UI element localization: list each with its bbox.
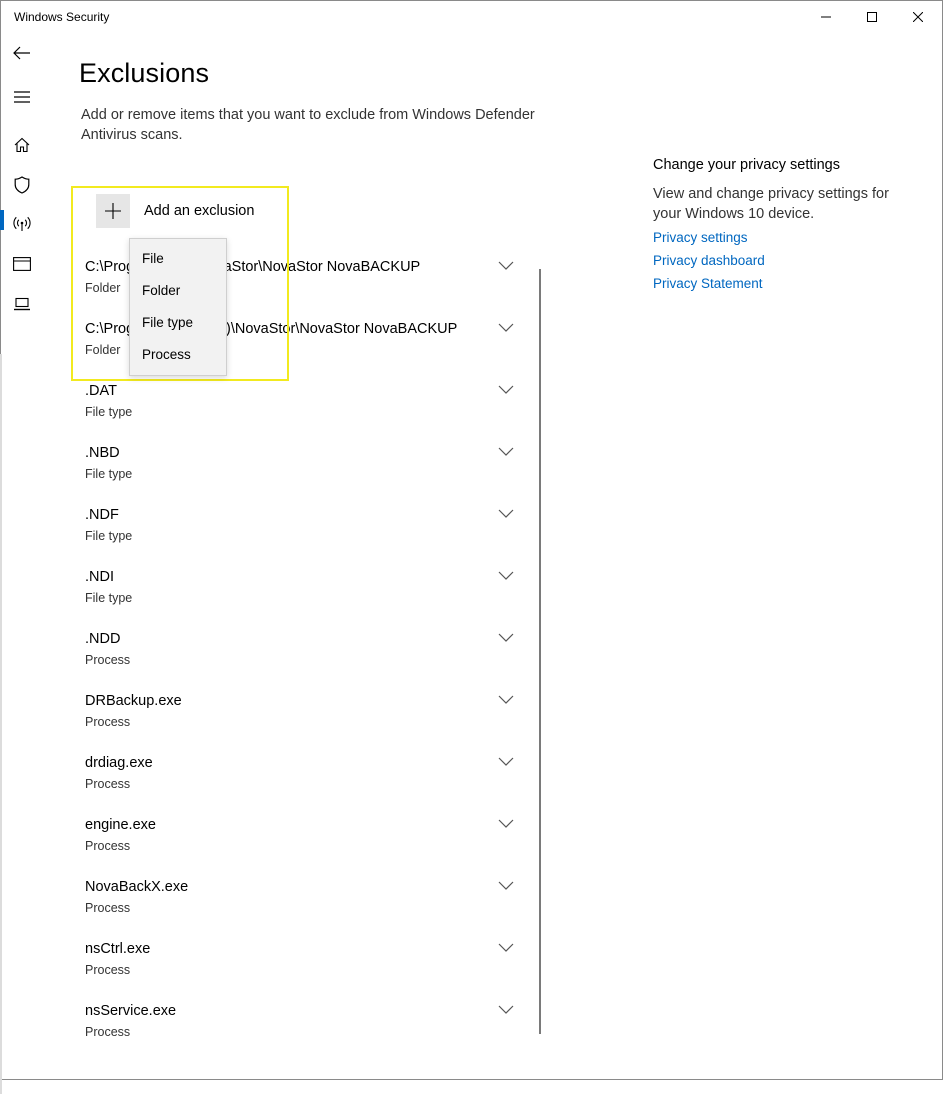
exclusion-type: File type: [85, 467, 133, 481]
add-exclusion-button[interactable]: Add an exclusion: [96, 194, 254, 228]
chevron-down-icon[interactable]: [498, 445, 514, 457]
exclusion-name: DRBackup.exe: [85, 693, 182, 709]
exclusion-name: engine.exe: [85, 817, 156, 833]
exclusion-name: .NDF: [85, 507, 119, 523]
hamburger-button[interactable]: [0, 79, 44, 115]
chevron-down-icon[interactable]: [498, 693, 514, 705]
window-title: Windows Security: [14, 10, 110, 24]
close-button[interactable]: [895, 0, 941, 34]
chevron-down-icon[interactable]: [498, 321, 514, 333]
nav-rail: [0, 34, 48, 1094]
chevron-down-icon[interactable]: [498, 755, 514, 767]
minimize-icon: [821, 16, 831, 18]
page-description: Add or remove items that you want to exc…: [81, 107, 535, 143]
chevron-down-icon[interactable]: [498, 259, 514, 271]
exclusion-item[interactable]: drdiag.exe Process: [85, 755, 525, 811]
exclusion-type: File type: [85, 591, 133, 605]
chevron-down-icon[interactable]: [498, 941, 514, 953]
exclusion-item[interactable]: .NBD File type: [85, 445, 525, 501]
chevron-down-icon[interactable]: [498, 879, 514, 891]
add-exclusion-dropdown: File Folder File type Process: [129, 238, 227, 376]
scrollbar[interactable]: [539, 269, 541, 1034]
exclusion-type: Process: [85, 653, 131, 667]
exclusion-name: drdiag.exe: [85, 755, 153, 771]
exclusion-type: Process: [85, 1025, 131, 1039]
menu-item-folder[interactable]: Folder: [142, 283, 180, 298]
privacy-statement-link[interactable]: Privacy Statement: [653, 276, 913, 291]
exclusion-name: nsCtrl.exe: [85, 941, 151, 957]
exclusion-type: Process: [85, 963, 131, 977]
exclusion-type: File type: [85, 529, 133, 543]
exclusion-item[interactable]: NovaBackX.exe Process: [85, 879, 525, 935]
nav-app-browser-control[interactable]: [0, 246, 44, 282]
page-title: Exclusions: [79, 58, 210, 88]
back-button[interactable]: [0, 35, 44, 71]
exclusion-type: File type: [85, 405, 133, 419]
exclusion-item[interactable]: .NDI File type: [85, 569, 525, 625]
exclusion-type: Folder: [85, 343, 121, 357]
close-icon: [913, 12, 923, 22]
exclusion-type: Process: [85, 839, 131, 853]
chevron-down-icon[interactable]: [498, 1003, 514, 1015]
add-exclusion-label: Add an exclusion: [144, 203, 255, 219]
exclusion-name: NovaBackX.exe: [85, 879, 189, 895]
exclusion-name: .NBD: [85, 445, 120, 461]
menu-item-file-type[interactable]: File type: [142, 315, 193, 330]
title-bar: Windows Security: [0, 0, 941, 34]
exclusion-item[interactable]: .NDD Process: [85, 631, 525, 687]
exclusion-name: .NDD: [85, 631, 121, 647]
privacy-settings-link[interactable]: Privacy settings: [653, 230, 913, 245]
privacy-panel: Change your privacy settings View and ch…: [653, 157, 913, 291]
maximize-button[interactable]: [849, 0, 895, 34]
exclusion-item[interactable]: .DAT File type: [85, 383, 525, 439]
privacy-heading: Change your privacy settings: [653, 157, 840, 173]
exclusion-name: .DAT: [85, 383, 117, 399]
plus-icon: [96, 194, 130, 228]
exclusion-item[interactable]: nsService.exe Process: [85, 1003, 525, 1059]
chevron-down-icon[interactable]: [498, 817, 514, 829]
exclusion-name: .NDI: [85, 569, 114, 585]
app-browser-icon: [13, 257, 31, 271]
exclusion-type: Process: [85, 901, 131, 915]
nav-device-security[interactable]: [0, 286, 44, 322]
exclusion-name: nsService.exe: [85, 1003, 177, 1019]
chevron-down-icon[interactable]: [498, 507, 514, 519]
menu-item-process[interactable]: Process: [142, 347, 191, 362]
menu-item-file[interactable]: File: [142, 251, 164, 266]
exclusion-item[interactable]: .NDF File type: [85, 507, 525, 563]
hamburger-menu-icon: [14, 91, 30, 103]
maximize-icon: [867, 12, 877, 22]
nav-virus-protection[interactable]: [0, 167, 44, 203]
nav-border: [0, 354, 2, 1094]
laptop-icon: [14, 297, 30, 311]
exclusion-item[interactable]: engine.exe Process: [85, 817, 525, 873]
exclusion-type: Folder: [85, 281, 121, 295]
back-arrow-icon: [13, 46, 30, 60]
exclusion-item[interactable]: nsCtrl.exe Process: [85, 941, 525, 997]
chevron-down-icon[interactable]: [498, 383, 514, 395]
exclusion-type: Process: [85, 777, 131, 791]
shield-icon: [14, 176, 30, 194]
privacy-description: View and change privacy settings for you…: [653, 186, 889, 222]
nav-firewall[interactable]: [0, 206, 44, 242]
nav-home[interactable]: [0, 127, 44, 163]
privacy-dashboard-link[interactable]: Privacy dashboard: [653, 253, 913, 268]
home-icon: [14, 137, 30, 153]
exclusion-item[interactable]: DRBackup.exe Process: [85, 693, 525, 749]
chevron-down-icon[interactable]: [498, 631, 514, 643]
exclusion-type: Process: [85, 715, 131, 729]
wireless-icon: [13, 216, 31, 231]
chevron-down-icon[interactable]: [498, 569, 514, 581]
minimize-button[interactable]: [803, 0, 849, 34]
